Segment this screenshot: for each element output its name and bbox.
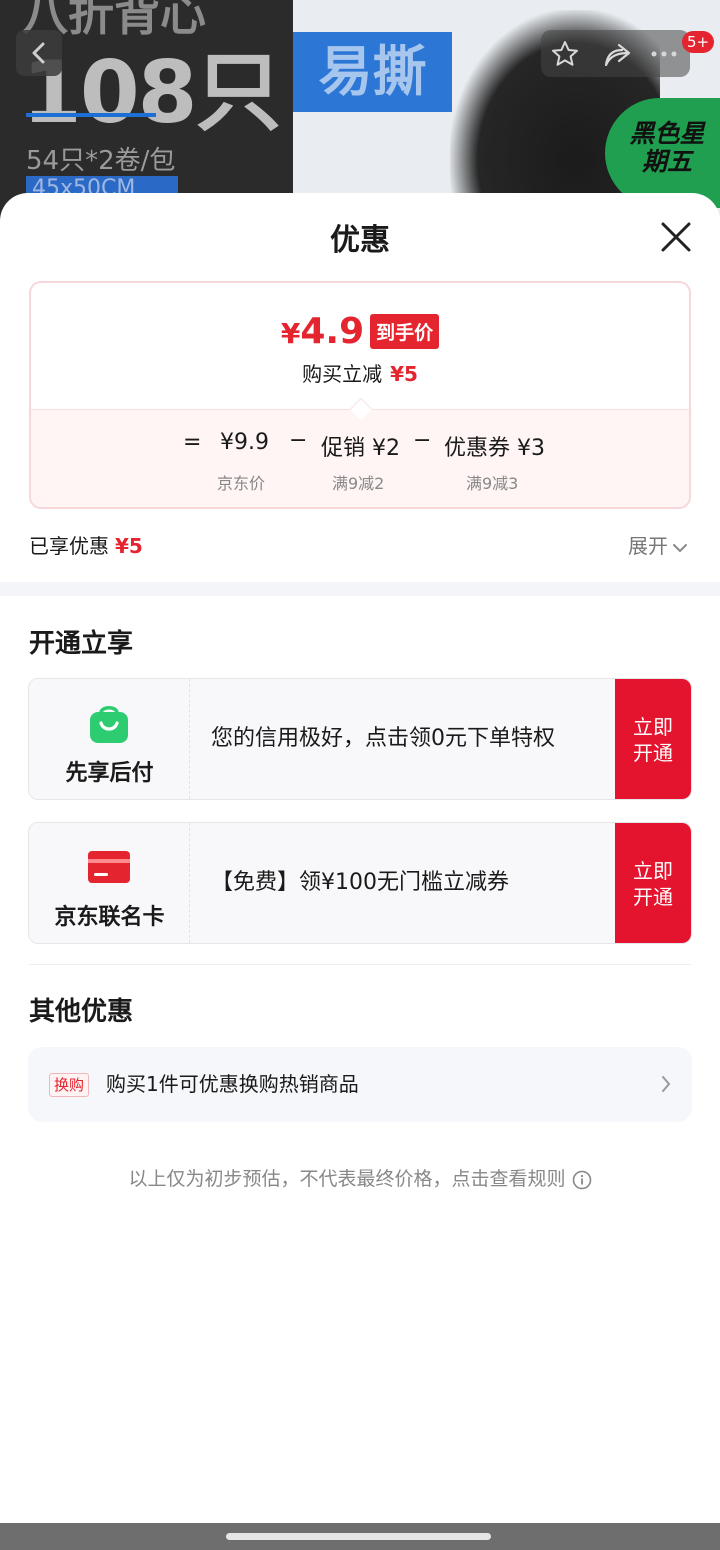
exchange-tag: 换购 bbox=[49, 1073, 90, 1097]
offer-name-credit-card: 京东联名卡 bbox=[54, 905, 165, 930]
offer-left-pay-later: 先享后付 bbox=[29, 679, 190, 799]
final-price-tag: 到手价 bbox=[370, 314, 440, 349]
activate-button-credit-card[interactable]: 立即 开通 bbox=[615, 823, 691, 943]
instant-cut-value: ¥5 bbox=[390, 362, 418, 386]
info-icon bbox=[572, 1170, 591, 1189]
price-breakdown-card: ¥4.9 到手价 购买立减 ¥5 = ¥9.9 京东价 − 促销 ¥2 满9减2 −… bbox=[29, 281, 691, 509]
formula-minus-2: − bbox=[413, 428, 432, 453]
top-actions bbox=[541, 30, 690, 77]
instant-cut-label: 购买立减 bbox=[302, 362, 383, 386]
offer-card-pay-later[interactable]: 先享后付 您的信用极好，点击领0元下单特权 立即 开通 bbox=[28, 678, 692, 800]
chevron-left-icon bbox=[32, 42, 45, 64]
footnote-text: 以上仅为初步预估，不代表最终价格，点击查看规则 bbox=[128, 1168, 566, 1190]
enjoyed-value: ¥5 bbox=[115, 534, 143, 558]
final-price-line: ¥4.9 到手价 bbox=[31, 311, 689, 352]
instant-cut-line: 购买立减 ¥5 bbox=[31, 358, 689, 387]
shopping-bag-icon bbox=[90, 706, 128, 743]
back-button[interactable] bbox=[16, 30, 62, 76]
banner-tag: 易撕 bbox=[293, 32, 452, 112]
offer-card-credit-card[interactable]: 京东联名卡 【免费】领¥100无门槛立减券 立即 开通 bbox=[28, 822, 692, 944]
credit-card-icon bbox=[88, 851, 130, 883]
promo-text: 黑色星期五 bbox=[629, 119, 705, 176]
system-nav-bar bbox=[0, 1523, 720, 1550]
offer-name-pay-later: 先享后付 bbox=[65, 761, 154, 786]
offer-text-pay-later: 您的信用极好，点击领0元下单特权 bbox=[211, 726, 555, 751]
section-divider bbox=[29, 964, 691, 965]
coupon-discount: 优惠券 ¥3 bbox=[444, 436, 545, 461]
open-section-title: 开通立享 bbox=[29, 629, 134, 659]
enjoyed-discount: 已享优惠 ¥5 bbox=[29, 530, 143, 559]
section-gap bbox=[0, 582, 720, 596]
offer-left-credit-card: 京东联名卡 bbox=[29, 823, 190, 943]
promo-discount: 促销 ¥2 bbox=[321, 436, 400, 461]
expand-button[interactable]: 展开 bbox=[628, 530, 688, 559]
other-section-title: 其他优惠 bbox=[29, 997, 134, 1027]
banner-underline bbox=[26, 113, 156, 117]
chevron-right-icon bbox=[662, 1076, 671, 1092]
discount-sheet: 优惠 ¥4.9 到手价 购买立减 ¥5 = ¥9.9 京东价 − 促销 ¥2 满9减… bbox=[0, 193, 720, 1523]
banner-spec: 54只*2卷/包 bbox=[26, 146, 176, 176]
price-formula: = ¥9.9 京东价 − 促销 ¥2 满9减2 − 优惠券 ¥3 满9减3 bbox=[31, 397, 689, 507]
exchange-text: 购买1件可优惠换购热销商品 bbox=[106, 1072, 359, 1096]
promo-discount-label: 满9减2 bbox=[332, 474, 385, 493]
offer-text-credit-card: 【免费】领¥100无门槛立减券 bbox=[211, 870, 509, 895]
expand-label: 展开 bbox=[628, 534, 668, 558]
final-price: ¥4.9 bbox=[281, 311, 364, 352]
home-indicator[interactable] bbox=[226, 1533, 491, 1540]
close-icon[interactable] bbox=[656, 217, 696, 257]
sheet-title: 优惠 bbox=[330, 223, 390, 258]
star-icon[interactable] bbox=[550, 39, 580, 69]
rules-footnote[interactable]: 以上仅为初步预估，不代表最终价格，点击查看规则 bbox=[0, 1164, 720, 1191]
activate-button-pay-later[interactable]: 立即 开通 bbox=[615, 679, 691, 799]
formula-minus-1: − bbox=[289, 428, 308, 453]
exchange-purchase-row[interactable]: 换购 购买1件可优惠换购热销商品 bbox=[28, 1047, 692, 1122]
final-price-value: 4.9 bbox=[300, 311, 365, 352]
enjoyed-label: 已享优惠 bbox=[29, 534, 109, 558]
formula-notch bbox=[349, 397, 373, 421]
base-price-label: 京东价 bbox=[217, 474, 266, 493]
more-icon[interactable] bbox=[649, 39, 679, 69]
coupon-discount-label: 满9减3 bbox=[466, 474, 519, 493]
cart-badge: 5+ bbox=[682, 31, 714, 53]
currency-symbol: ¥ bbox=[280, 317, 301, 350]
chevron-down-icon bbox=[673, 543, 687, 552]
formula-equals: = bbox=[183, 430, 202, 455]
share-icon[interactable] bbox=[602, 39, 632, 69]
base-price: ¥9.9 bbox=[220, 430, 269, 455]
